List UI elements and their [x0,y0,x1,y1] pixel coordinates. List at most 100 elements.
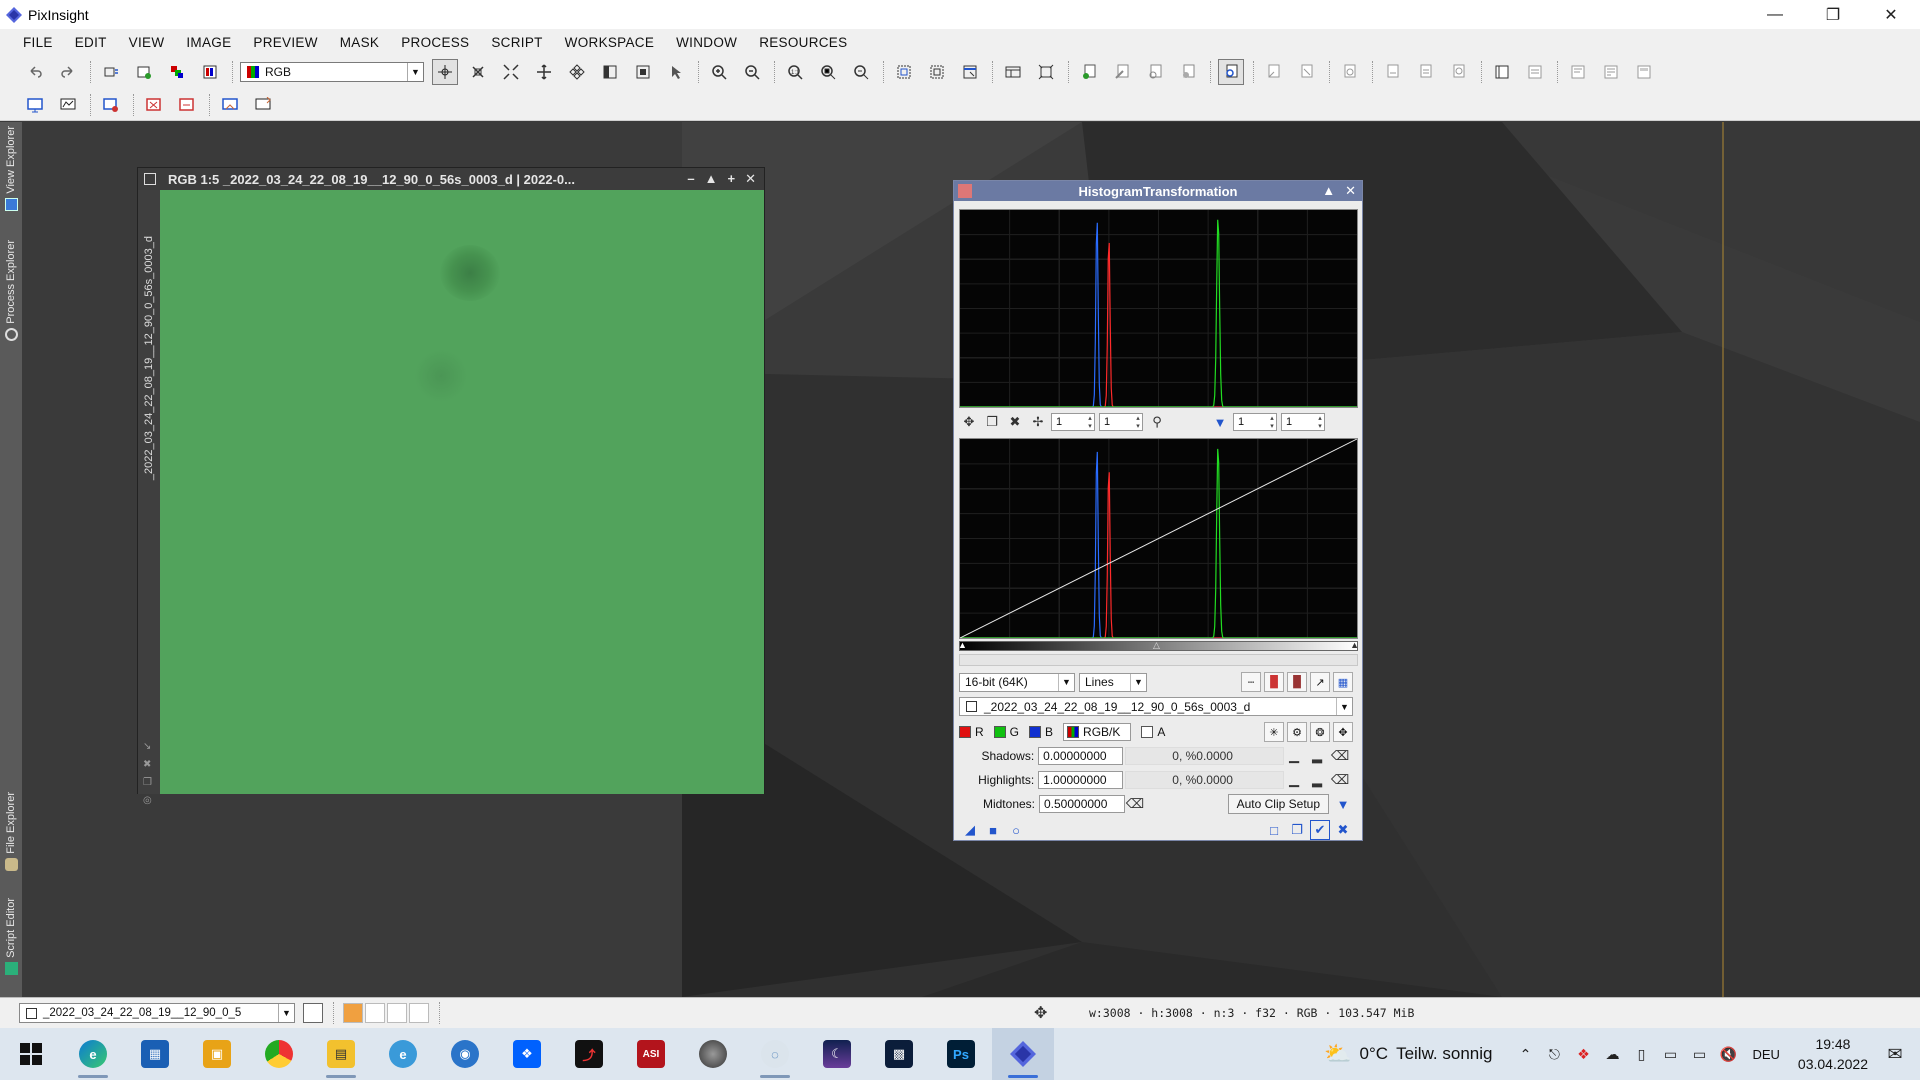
channel-select[interactable]: RGB ▼ [240,62,424,82]
highlights-input[interactable]: 1.00000000 [1038,771,1124,789]
apply-global-icon[interactable]: ■ [983,820,1003,840]
auto-shadows-all-icon[interactable]: ▂ [1307,746,1327,766]
dialog-titlebar[interactable]: HistogramTransformation ▲ ✕ [954,181,1362,201]
reset-icon[interactable]: ✖ [1333,820,1353,840]
output-histogram-plot[interactable] [959,438,1358,639]
channel-green-toggle[interactable]: G [993,725,1019,739]
reset-highlights-icon[interactable]: ⌫ [1330,770,1350,790]
zoom-in-mode-icon[interactable] [465,59,491,85]
arrow-icon[interactable]: ↘ [143,738,152,756]
channel-blue-toggle[interactable]: B [1029,725,1053,739]
zoom-h-input[interactable]: 1 [1051,413,1095,431]
taskbar-app-dark[interactable]: ▩ [868,1028,930,1080]
copy-icon[interactable]: ❐ [143,774,152,792]
resolution-select[interactable]: 16-bit (64K) ▼ [959,672,1075,692]
combine-channels-icon[interactable] [197,59,223,85]
language-indicator[interactable]: DEU [1752,1047,1779,1062]
new-instance-icon[interactable]: ◢ [960,820,980,840]
redo-icon[interactable] [55,59,81,85]
mask-invert-icon[interactable] [1175,59,1201,85]
apply-icon[interactable]: ✔ [1310,820,1330,840]
zoom-fit-icon[interactable] [815,59,841,85]
view-select[interactable]: _2022_03_24_22_08_19__12_90_0_56s_0003_d… [959,697,1353,716]
mask-color-3-icon[interactable] [387,1003,407,1023]
view-mode-icon[interactable] [303,1003,323,1023]
crosshair-icon[interactable]: ✥ [1333,722,1353,742]
zoom-in-icon[interactable] [706,59,732,85]
close-icon[interactable]: ✕ [1345,183,1356,199]
minimize-button[interactable]: — [1746,0,1804,29]
dynamic-operation-icon[interactable] [663,59,689,85]
center-mode-icon[interactable] [564,59,590,85]
usb-device-icon[interactable]: ⎋ [1543,1046,1565,1063]
settings-gear-icon[interactable]: ⚙ [1287,722,1307,742]
new-preview-mode-icon[interactable] [597,59,623,85]
histogram-transformation-dialog[interactable]: HistogramTransformation ▲ ✕ ✥ ❐ ✖ ✢ 1 1 … [953,180,1363,841]
shade-icon[interactable]: ▲ [1322,183,1335,199]
close-icon[interactable]: ✕ [745,171,756,187]
menu-resources[interactable]: RESOURCES [748,35,858,50]
channel-alpha-toggle[interactable]: A [1141,725,1165,739]
mask-color-orange-icon[interactable] [343,1003,363,1023]
history-redo-icon[interactable] [1413,59,1439,85]
pan-icon[interactable]: ✢ [1028,412,1048,432]
star-icon[interactable]: ✳ [1264,722,1284,742]
color-managed-icon[interactable] [217,92,243,118]
zoom-optimal-icon[interactable] [848,59,874,85]
tab-file-explorer[interactable]: File Explorer [0,792,22,871]
taskbar-app-red[interactable]: ⤴ [558,1028,620,1080]
duplicate-image-icon[interactable] [98,59,124,85]
dropbox-tray-icon[interactable]: ❖ [1572,1046,1594,1063]
taskbar-pixinsight[interactable] [992,1028,1054,1080]
menu-file[interactable]: FILE [12,35,64,50]
explorer-panel-icon[interactable] [1489,59,1515,85]
tab-process-explorer[interactable]: Process Explorer [0,240,22,341]
channel-red-toggle[interactable]: R [959,725,984,739]
volume-muted-icon[interactable]: 🔇 [1717,1046,1739,1063]
battery-usb-icon[interactable]: ▯ [1630,1046,1652,1063]
grid-icon[interactable]: ▦ [1333,672,1353,692]
process-console-icon[interactable] [1565,59,1591,85]
reset-shadows-icon[interactable]: ⌫ [1330,746,1350,766]
expand-icon[interactable]: ✖ [143,756,152,774]
mask-new-icon[interactable] [1076,59,1102,85]
channel-rgbk-toggle[interactable]: RGB/K [1063,723,1132,741]
stf-reset-icon[interactable] [141,92,167,118]
taskbar-dropbox[interactable]: ❖ [496,1028,558,1080]
network-icon[interactable]: ▭ [1659,1046,1681,1063]
zoom-icon[interactable]: ⚲ [1147,412,1167,432]
reject-low-icon[interactable]: ┄ [1241,672,1261,692]
stf-disable-icon[interactable] [174,92,200,118]
image-window-titlebar[interactable]: RGB 1:5 _2022_03_24_22_08_19__12_90_0_56… [138,168,764,190]
histogram-red-icon[interactable]: █ [1264,672,1284,692]
output-zoom-h-input[interactable]: 1 [1233,413,1277,431]
history-reset-icon[interactable] [1446,59,1472,85]
menu-preview[interactable]: PREVIEW [242,35,328,50]
clip-slider[interactable]: ▲ △ ▲ [958,640,1359,651]
fullscreen-icon[interactable] [1033,59,1059,85]
monitor-icon[interactable] [22,92,48,118]
proofing-icon[interactable] [250,92,276,118]
auto-highlights-icon[interactable]: ▁ [1284,770,1304,790]
image-window[interactable]: RGB 1:5 _2022_03_24_22_08_19__12_90_0_56… [137,167,765,806]
pan-mode-icon[interactable] [531,59,557,85]
menu-mask[interactable]: MASK [329,35,390,50]
graph-style-select[interactable]: Lines ▼ [1079,672,1147,692]
zoom-in-mode-icon[interactable]: ❐ [982,412,1002,432]
fit-view-icon[interactable] [891,59,917,85]
mask-select-icon[interactable] [1109,59,1135,85]
onedrive-icon[interactable]: ☁ [1601,1046,1623,1063]
notifications-icon[interactable]: ✉ [1884,1044,1906,1065]
format-explorer-icon[interactable] [1522,59,1548,85]
readout-mode-icon[interactable] [432,59,458,85]
preview-delete-icon[interactable] [1294,59,1320,85]
taskbar-ie[interactable]: e [372,1028,434,1080]
new-image-icon[interactable] [131,59,157,85]
real-time-preview-icon[interactable]: ○ [1006,820,1026,840]
zoom-v-input[interactable]: 1 [1099,413,1143,431]
midtones-input[interactable]: 0.50000000 [1039,795,1125,813]
undo-icon[interactable] [22,59,48,85]
screen-transfer-icon[interactable] [1000,59,1026,85]
taskbar-store[interactable]: ▦ [124,1028,186,1080]
tab-view-explorer[interactable]: View Explorer [0,126,22,211]
